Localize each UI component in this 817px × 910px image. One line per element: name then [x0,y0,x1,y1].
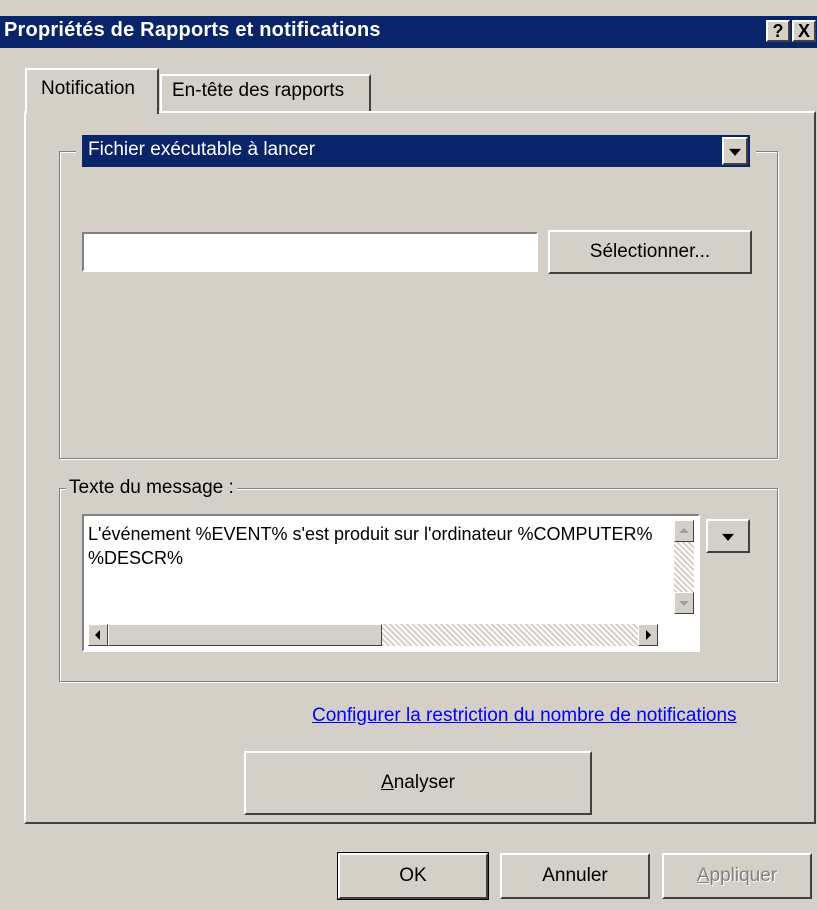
cancel-button[interactable]: Annuler [500,853,650,899]
configure-notification-limit-link[interactable]: Configurer la restriction du nombre de n… [312,705,737,727]
select-file-button[interactable]: Sélectionner... [548,230,752,274]
insert-variable-button[interactable] [706,519,750,553]
chevron-down-icon [722,533,734,541]
chevron-down-icon [729,148,741,156]
arrow-right-icon [646,630,651,640]
apply-button-label: ppliquer [709,865,778,886]
properties-dialog: Propriétés de Rapports et notifications … [0,0,817,910]
apply-button[interactable]: Appliquer [662,853,812,899]
scroll-down-button[interactable] [674,592,694,614]
tab-report-header[interactable]: En-tête des rapports [160,74,371,112]
tab-notification[interactable]: Notification [25,68,159,114]
analyze-button-mnemonic: A [381,772,394,793]
ok-button[interactable]: OK [337,852,489,900]
apply-button-mnemonic: A [696,865,710,886]
message-textarea[interactable]: L'événement %EVENT% s'est produit sur l'… [82,514,700,652]
horizontal-scrollbar[interactable] [88,624,658,646]
cancel-button-label: Annuler [542,865,608,886]
analyze-button-label: nalyser [393,772,455,793]
scroll-right-button[interactable] [638,624,658,646]
scroll-left-button[interactable] [88,624,108,646]
arrow-up-icon [679,528,689,533]
executable-path-input[interactable] [82,232,538,272]
arrow-down-icon [679,601,689,606]
ok-button-label: OK [399,865,427,886]
select-file-button-label: Sélectionner... [589,241,711,262]
action-group [59,151,778,459]
action-type-dropdown-button[interactable] [722,137,748,165]
vertical-scrollbar[interactable] [674,520,694,614]
message-group-label: Texte du message : [66,477,237,499]
window-title: Propriétés de Rapports et notifications [4,19,381,41]
action-type-selected-value: Fichier exécutable à lancer [88,139,316,160]
title-bar: Propriétés de Rapports et notifications … [0,16,817,48]
action-type-select[interactable]: Fichier exécutable à lancer [82,135,750,167]
help-button[interactable]: ? [766,20,790,42]
tab-notification-label: Notification [41,78,135,99]
tab-report-header-label: En-tête des rapports [172,80,345,101]
close-button[interactable]: X [792,20,816,42]
horizontal-scroll-thumb[interactable] [108,624,382,646]
scroll-up-button[interactable] [674,520,694,542]
analyze-button[interactable]: Analyser [244,751,592,815]
arrow-left-icon [95,630,100,640]
message-text: L'événement %EVENT% s'est produit sur l'… [88,524,653,568]
